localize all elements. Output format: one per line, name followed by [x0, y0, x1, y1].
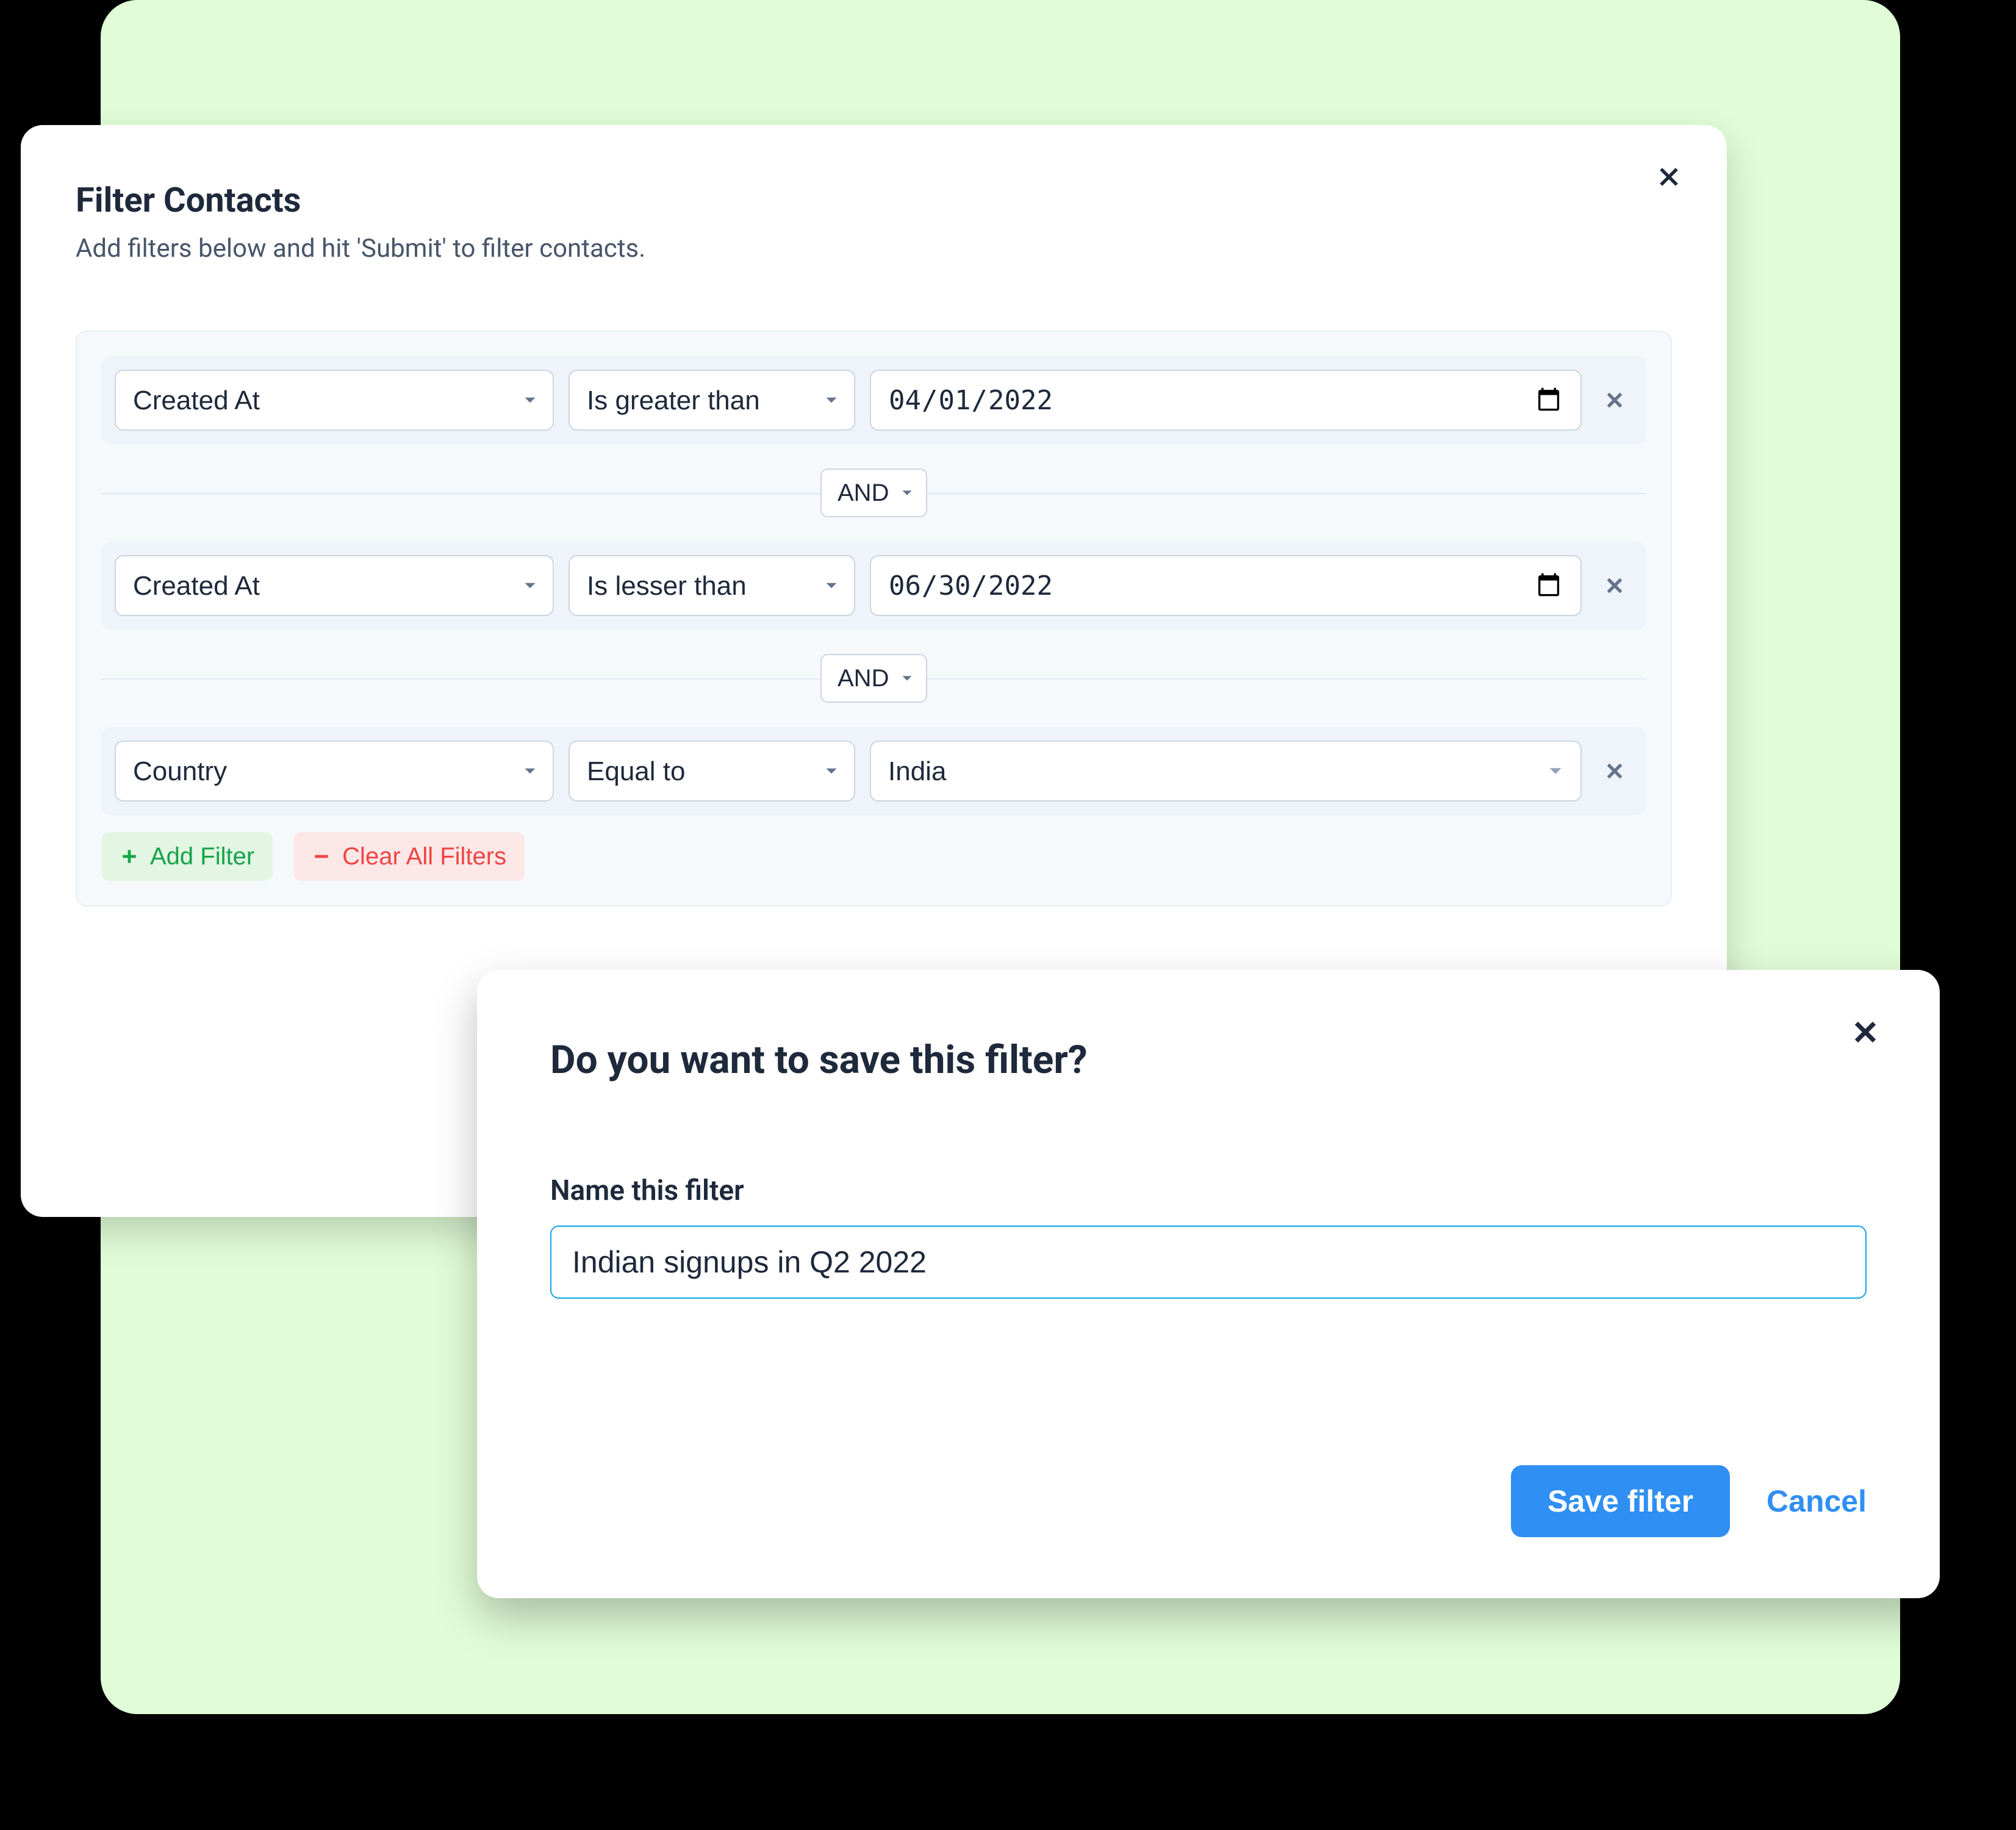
filter-body: Created At Is greater than AND Created A…	[76, 331, 1672, 906]
save-filter-button[interactable]: Save filter	[1511, 1465, 1730, 1537]
filter-name-label: Name this filter	[550, 1174, 1867, 1207]
clear-filters-button[interactable]: Clear All Filters	[293, 832, 525, 881]
save-modal-title: Do you want to save this filter?	[550, 1037, 1867, 1083]
remove-row-icon[interactable]	[1596, 370, 1633, 431]
filter-row: Created At Is greater than	[101, 356, 1646, 444]
filter-operator-select[interactable]: Is greater than	[569, 370, 855, 431]
add-filter-label: Add Filter	[150, 843, 254, 870]
add-filter-button[interactable]: Add Filter	[101, 832, 273, 881]
filter-value-date[interactable]	[870, 555, 1582, 616]
filter-field-select[interactable]: Country	[115, 741, 554, 802]
filter-row: Country Equal to India	[101, 727, 1646, 815]
save-filter-modal: Do you want to save this filter? Name th…	[477, 970, 1940, 1598]
filter-field-select[interactable]: Created At	[115, 555, 554, 616]
panel-title: Filter Contacts	[76, 180, 1672, 220]
filter-value-select[interactable]: India	[870, 741, 1582, 802]
panel-subtitle: Add filters below and hit 'Submit' to fi…	[76, 234, 1672, 264]
clear-filters-label: Clear All Filters	[342, 843, 506, 870]
filter-operator-select[interactable]: Is lesser than	[569, 555, 855, 616]
filter-name-input[interactable]	[550, 1225, 1867, 1299]
conjunction-select[interactable]: AND	[820, 654, 927, 703]
remove-row-icon[interactable]	[1596, 555, 1633, 616]
filter-value-date[interactable]	[870, 370, 1582, 431]
close-icon[interactable]	[1846, 1013, 1885, 1052]
filter-field-select[interactable]: Created At	[115, 370, 554, 431]
conjunction-select[interactable]: AND	[820, 468, 927, 517]
cancel-button[interactable]: Cancel	[1767, 1484, 1867, 1519]
filter-operator-select[interactable]: Equal to	[569, 741, 855, 802]
filter-row: Created At Is lesser than	[101, 542, 1646, 630]
close-icon[interactable]	[1651, 159, 1687, 195]
remove-row-icon[interactable]	[1596, 741, 1633, 802]
